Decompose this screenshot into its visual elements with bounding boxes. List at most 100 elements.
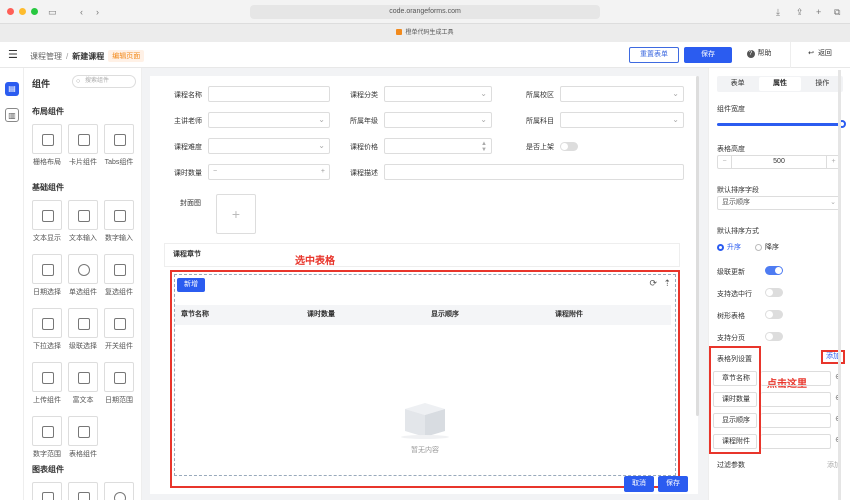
comp-text-input[interactable]: 文本输入 bbox=[66, 200, 100, 243]
column-item[interactable]: 显示顺序 bbox=[713, 413, 757, 428]
price-input[interactable]: ▲ ▼ bbox=[384, 138, 492, 154]
radio-asc[interactable]: 升序 bbox=[717, 242, 741, 252]
comp-switch[interactable]: 开关组件 bbox=[102, 308, 136, 351]
tab-properties[interactable]: 属性 bbox=[759, 77, 801, 91]
empty-text: 暂无内容 bbox=[411, 447, 439, 454]
add-column-link[interactable]: 添加 bbox=[821, 350, 845, 364]
chapter-table[interactable]: 新增 ⟳ ⇡ 章节名称 课时数量 显示顺序 课程附件 暂无内容 bbox=[174, 274, 676, 476]
address-bar[interactable]: code.orangeforms.com bbox=[250, 5, 600, 19]
maximize-window-icon[interactable] bbox=[31, 8, 38, 15]
help-label: 帮助 bbox=[757, 50, 772, 57]
switch-icon bbox=[114, 318, 126, 330]
back-nav-icon[interactable]: ‹ bbox=[80, 5, 83, 19]
sidebar-toggle-icon[interactable]: ▭ bbox=[48, 5, 57, 19]
tabs-icon bbox=[114, 134, 126, 146]
export-icon[interactable]: ⇡ bbox=[663, 278, 671, 289]
comp-card[interactable]: 卡片组件 bbox=[66, 124, 100, 167]
comp-grid-layout[interactable]: 栅格布局 bbox=[30, 124, 64, 167]
minus-icon[interactable]: − bbox=[718, 156, 732, 168]
share-icon[interactable]: ⇪ bbox=[796, 5, 804, 19]
comp-chart-bar[interactable] bbox=[66, 482, 100, 500]
table-save-button[interactable]: 保存 bbox=[658, 476, 688, 492]
tab-actions[interactable]: 操作 bbox=[802, 76, 843, 92]
comp-text-display[interactable]: 文本显示 bbox=[30, 200, 64, 243]
subject-select[interactable]: ⌄ bbox=[560, 112, 684, 128]
column-item-input[interactable] bbox=[761, 413, 831, 428]
card-icon bbox=[78, 134, 90, 146]
back-button[interactable]: ↩ 返回 bbox=[800, 47, 840, 63]
course-name-input[interactable] bbox=[208, 86, 330, 102]
comp-chart-pie[interactable] bbox=[102, 482, 136, 500]
comp-upload[interactable]: 上传组件 bbox=[30, 362, 64, 405]
code-view-icon[interactable]: ▥ bbox=[5, 108, 19, 122]
comp-rich-text[interactable]: 富文本 bbox=[66, 362, 100, 405]
save-button[interactable]: 保存 bbox=[684, 47, 732, 63]
add-row-button[interactable]: 新增 bbox=[177, 278, 205, 292]
spinner-icon[interactable]: ▲ ▼ bbox=[481, 141, 487, 153]
comp-number-range[interactable]: 数字范围 bbox=[30, 416, 64, 459]
chevron-down-icon: ⌄ bbox=[318, 141, 325, 150]
number-input-icon bbox=[114, 210, 126, 222]
height-stepper[interactable]: − 500 + bbox=[717, 155, 841, 169]
description-input[interactable] bbox=[384, 164, 684, 180]
refresh-icon[interactable]: ⟳ bbox=[649, 278, 657, 289]
cascade-switch[interactable] bbox=[765, 266, 783, 275]
sort-field-select[interactable]: 显示顺序 ⌄ bbox=[717, 196, 841, 210]
tab-overview-icon[interactable]: ⧉ bbox=[834, 5, 840, 19]
browser-tab[interactable]: 橙单代码生成工具 bbox=[0, 23, 850, 42]
section-chapters: 课程章节 bbox=[164, 243, 680, 267]
label-campus: 所属校区 bbox=[526, 92, 554, 99]
column-item[interactable]: 课程附件 bbox=[713, 434, 757, 449]
text-input-icon bbox=[78, 210, 90, 222]
hours-stepper[interactable]: − + bbox=[208, 164, 330, 180]
comp-date-picker[interactable]: 日期选择 bbox=[30, 254, 64, 297]
comp-select[interactable]: 下拉选择 bbox=[30, 308, 64, 351]
window-controls[interactable] bbox=[7, 8, 38, 15]
radio-desc[interactable]: 降序 bbox=[755, 242, 779, 252]
column-item-input[interactable] bbox=[761, 434, 831, 449]
table-cancel-button[interactable]: 取消 bbox=[624, 476, 654, 492]
teacher-select[interactable]: ⌄ bbox=[208, 112, 330, 128]
comp-checkbox[interactable]: 复选组件 bbox=[102, 254, 136, 297]
breadcrumb-parent[interactable]: 课程管理 bbox=[30, 51, 62, 62]
minimize-window-icon[interactable] bbox=[19, 8, 26, 15]
new-tab-icon[interactable]: + bbox=[816, 5, 821, 19]
forward-nav-icon[interactable]: › bbox=[96, 5, 99, 19]
canvas-scrollbar[interactable] bbox=[696, 76, 699, 416]
column-item-input[interactable] bbox=[761, 371, 831, 386]
tree-switch[interactable] bbox=[765, 310, 783, 319]
section-title: 课程章节 bbox=[173, 251, 201, 258]
comp-cascader[interactable]: 级联选择 bbox=[66, 308, 100, 351]
download-icon[interactable]: ⤓ bbox=[776, 5, 780, 19]
difficulty-select[interactable]: ⌄ bbox=[208, 138, 330, 154]
comp-tabs[interactable]: Tabs组件 bbox=[102, 124, 136, 167]
width-slider[interactable] bbox=[717, 120, 846, 128]
minus-icon[interactable]: − bbox=[213, 165, 217, 179]
comp-chart-line[interactable] bbox=[30, 482, 64, 500]
on-shelf-switch[interactable] bbox=[560, 142, 578, 151]
tab-form[interactable]: 表单 bbox=[717, 76, 758, 92]
comp-date-range[interactable]: 日期范围 bbox=[102, 362, 136, 405]
column-item[interactable]: 课时数量 bbox=[713, 392, 757, 407]
text-display-icon bbox=[42, 210, 54, 222]
reset-form-button[interactable]: 重置表单 bbox=[629, 47, 679, 63]
campus-select[interactable]: ⌄ bbox=[560, 86, 684, 102]
menu-icon[interactable]: ☰ bbox=[8, 48, 18, 61]
paging-switch[interactable] bbox=[765, 332, 783, 341]
back-label: 返回 bbox=[817, 50, 832, 57]
form-design-icon[interactable]: ▤ bbox=[5, 82, 19, 96]
component-search-input[interactable]: ○ 搜索组件 bbox=[72, 75, 136, 88]
cover-upload[interactable]: + bbox=[216, 194, 256, 234]
comp-number-input[interactable]: 数字输入 bbox=[102, 200, 136, 243]
column-item[interactable]: 章节名称 bbox=[713, 371, 757, 386]
help-button[interactable]: ? 帮助 bbox=[740, 47, 778, 63]
column-item-input[interactable] bbox=[761, 392, 831, 407]
course-category-select[interactable]: ⌄ bbox=[384, 86, 492, 102]
panel-scrollbar[interactable] bbox=[838, 70, 841, 500]
comp-radio[interactable]: 单选组件 bbox=[66, 254, 100, 297]
plus-icon[interactable]: + bbox=[321, 165, 325, 179]
comp-table[interactable]: 表格组件 bbox=[66, 416, 100, 459]
select-row-switch[interactable] bbox=[765, 288, 783, 297]
close-window-icon[interactable] bbox=[7, 8, 14, 15]
grade-select[interactable]: ⌄ bbox=[384, 112, 492, 128]
